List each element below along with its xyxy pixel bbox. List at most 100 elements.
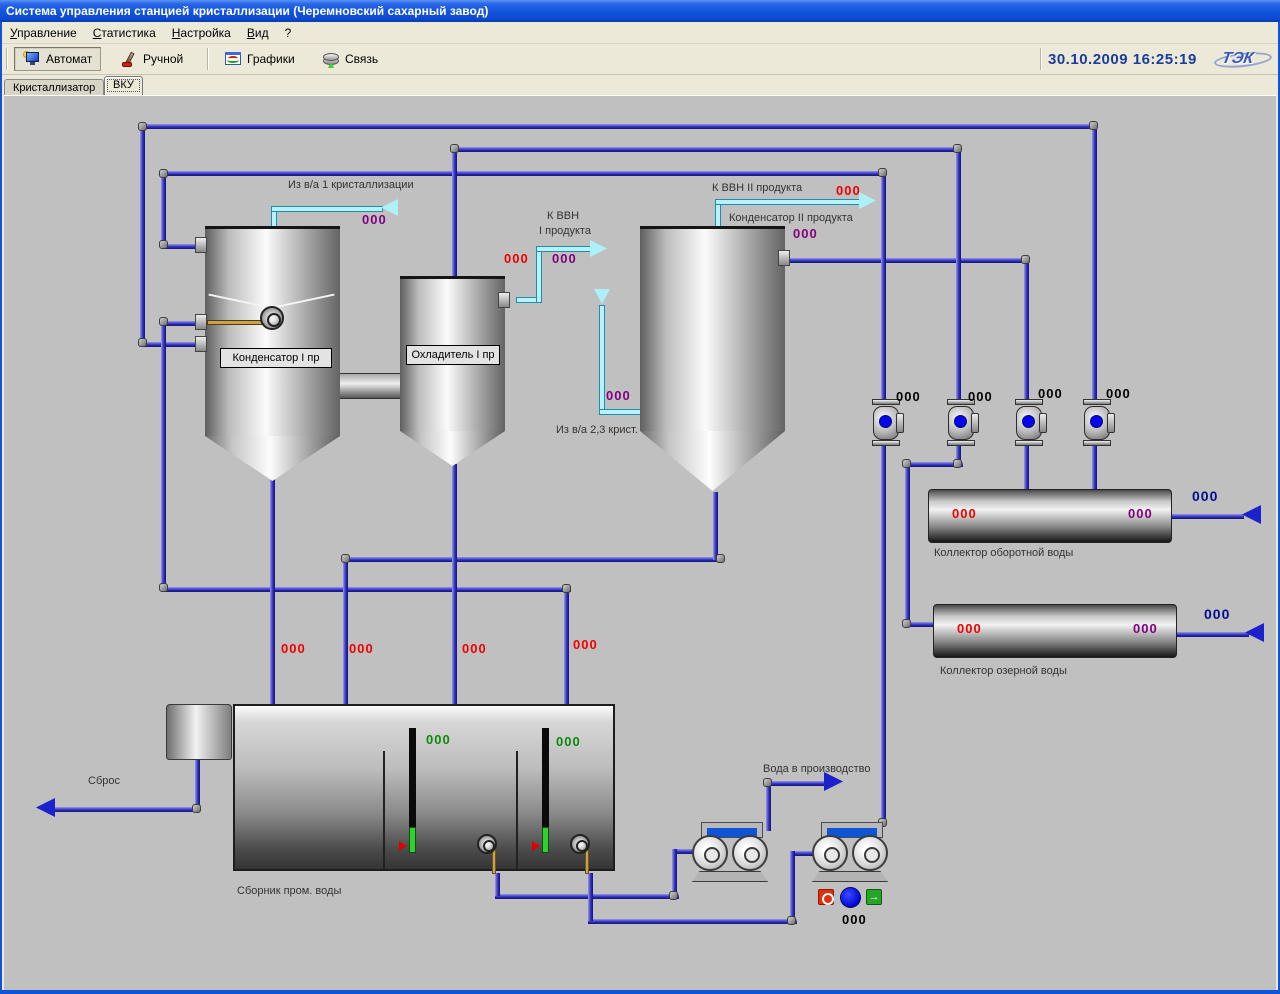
- pipe-segment: [564, 587, 569, 708]
- menu-bar: Управление Статистика Настройка Вид ?: [2, 22, 1278, 44]
- tab-crystallizer[interactable]: Кристаллизатор: [4, 79, 104, 95]
- vvn2-red-value: 000: [836, 183, 861, 198]
- level-setpoint-marker: [399, 841, 407, 851]
- manual-mode-button[interactable]: Ручной: [112, 47, 191, 71]
- pipe-segment: [588, 873, 593, 921]
- chart-icon: [224, 51, 242, 67]
- menu-statistics[interactable]: Статистика: [85, 24, 164, 42]
- pipe-segment: [164, 171, 881, 176]
- sump-drain-valve[interactable]: [570, 834, 590, 854]
- tank-nozzle: [195, 314, 207, 330]
- pipe-elbow: [902, 459, 911, 468]
- vvn1-pur-value: 000: [552, 251, 577, 266]
- to-production-label: Вода в производство: [763, 763, 870, 775]
- condenser1-tank: [205, 226, 340, 436]
- sump-divider: [383, 751, 385, 869]
- datetime-display: 30.10.2009 16:25:19: [1048, 51, 1197, 68]
- vapor-pipe: [536, 246, 542, 303]
- collector2-red-value: 000: [957, 621, 982, 636]
- vvn1-red-value: 000: [504, 251, 529, 266]
- pipe-elbow: [562, 584, 571, 593]
- tank-nozzle: [498, 292, 510, 308]
- collector2-inlet-arrow-icon: [1245, 623, 1264, 642]
- pipe-elbow: [716, 554, 725, 563]
- pump-stop-button[interactable]: [818, 889, 834, 905]
- pipe-elbow: [159, 583, 168, 592]
- from-va1-value: 000: [362, 212, 387, 227]
- valve-3[interactable]: [1011, 399, 1047, 447]
- from-va23-label: Из в/а 2,3 крист.: [556, 424, 638, 436]
- tank-nozzle: [195, 237, 207, 253]
- overflow-pot: [166, 704, 232, 760]
- menu-help[interactable]: ?: [277, 24, 300, 42]
- pipe-segment: [455, 147, 959, 152]
- valve-1[interactable]: [868, 399, 904, 447]
- pipe-elbow: [1021, 255, 1030, 264]
- pipe-elbow: [159, 169, 168, 178]
- network-icon: [322, 51, 340, 67]
- pipe-segment: [1024, 258, 1029, 405]
- pipe-elbow: [953, 459, 962, 468]
- pipe-segment: [672, 849, 677, 896]
- level2-value: 000: [556, 734, 581, 749]
- valve1-value: 000: [896, 389, 921, 404]
- pipe-elbow: [138, 338, 147, 347]
- pipe-elbow: [450, 144, 459, 153]
- to-vvn1-label-line1: К ВВН: [547, 210, 579, 222]
- to-vvn2-label: К ВВН II продукта: [712, 182, 802, 194]
- pipe-elbow: [192, 804, 201, 813]
- menu-view[interactable]: Вид: [239, 24, 277, 42]
- pipe-elbow: [341, 554, 350, 563]
- pump-group-1[interactable]: [686, 819, 778, 883]
- sump-tank: [233, 704, 615, 871]
- condenser2-label: Конденсатор II продукта: [729, 212, 853, 224]
- menu-control[interactable]: Управление: [2, 24, 85, 42]
- level-setpoint-marker: [532, 841, 540, 851]
- pipe-segment: [785, 258, 1027, 263]
- pipe-segment: [1092, 439, 1097, 493]
- pipe-segment: [50, 807, 198, 812]
- condenser2-tank: [640, 226, 785, 431]
- menu-settings[interactable]: Настройка: [164, 24, 239, 42]
- pipe-segment: [1092, 124, 1097, 405]
- pipe-segment: [495, 894, 679, 899]
- valve4-value: 000: [1106, 386, 1131, 401]
- pipe-elbow: [1089, 121, 1098, 130]
- level1-value: 000: [426, 732, 451, 747]
- pipe-segment: [1173, 632, 1249, 637]
- from-va1-label: Из в/а 1 кристаллизации: [288, 179, 414, 191]
- link-button[interactable]: Связь: [314, 47, 386, 71]
- pump-group-2[interactable]: [806, 819, 898, 883]
- pump-station-value: 000: [842, 912, 867, 927]
- pipe-segment: [164, 587, 571, 592]
- valve-2[interactable]: [943, 399, 979, 447]
- charts-button[interactable]: Графики: [216, 47, 303, 71]
- title-bar: Система управления станцией кристаллизац…: [0, 0, 1280, 22]
- flow-arrow-out-icon: [590, 240, 607, 257]
- pipe-elbow: [138, 122, 147, 131]
- collector2-label: Коллектор озерной воды: [940, 665, 1067, 677]
- condenser1-label: Конденсатор I пр: [220, 348, 332, 368]
- pipe-segment: [766, 781, 826, 786]
- toolbar: Автомат Ручной Графики Связь 30.10.2009 …: [2, 44, 1278, 75]
- pipe-segment: [495, 873, 500, 896]
- condenser2-pur-value: 000: [793, 226, 818, 241]
- valve-4[interactable]: [1079, 399, 1115, 447]
- window-border: [0, 22, 2, 994]
- auto-mode-button[interactable]: Автомат: [14, 47, 101, 71]
- tab-vku[interactable]: ВКУ: [104, 76, 143, 95]
- condenser2-cone: [640, 431, 785, 491]
- pipe-segment: [161, 171, 166, 247]
- cooler1-cone: [400, 431, 505, 466]
- level-gauge-fill: [542, 827, 549, 853]
- mimic-canvas: Конденсатор I пр Охладитель I пр Из в/а …: [4, 95, 1276, 990]
- tank-connector: [338, 373, 402, 399]
- sump-drain-valve[interactable]: [477, 834, 497, 854]
- collector2-pur-value: 000: [1133, 621, 1158, 636]
- pipe-segment: [713, 492, 718, 560]
- collector2-out-value: 000: [1204, 606, 1230, 622]
- pump-start-button[interactable]: [866, 889, 882, 905]
- window-title: Система управления станцией кристаллизац…: [6, 4, 488, 18]
- to-vvn1-label-line2: I продукта: [539, 225, 591, 237]
- pipe-elbow: [669, 891, 678, 900]
